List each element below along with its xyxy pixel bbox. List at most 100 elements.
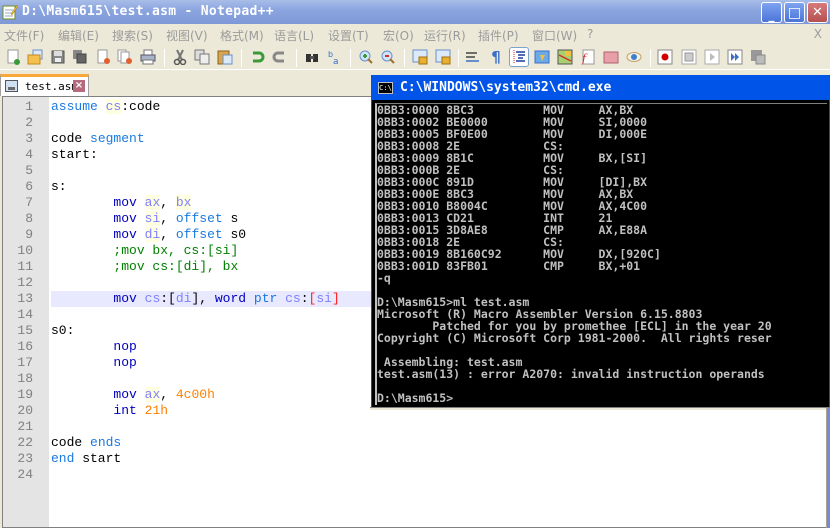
toolbar: ba ¶ f	[0, 44, 830, 70]
menu-view[interactable]: 视图(V)	[166, 27, 208, 44]
menu-edit[interactable]: 编辑(E)	[58, 27, 99, 44]
paste-button[interactable]	[215, 47, 235, 67]
cut-button[interactable]	[170, 47, 190, 67]
close-button-tb[interactable]	[93, 47, 113, 67]
maximize-icon: □	[787, 4, 802, 21]
menu-run[interactable]: 运行(R)	[424, 27, 466, 44]
console-line: -q	[377, 271, 391, 285]
macro-play-button[interactable]	[702, 47, 722, 67]
copy-button[interactable]	[192, 47, 212, 67]
indent-guide-button[interactable]	[509, 47, 529, 67]
code-line[interactable]: nop	[51, 339, 136, 355]
code-token: mov	[113, 227, 137, 242]
tab-test-asm[interactable]: test.asm ×	[0, 74, 89, 96]
maximize-button[interactable]: □	[784, 2, 805, 23]
new-file-icon	[7, 49, 20, 65]
close-icon: ✕	[812, 5, 823, 20]
code-line[interactable]: nop	[51, 355, 136, 371]
code-token: int	[113, 403, 137, 418]
cmd-app-icon: C:\	[378, 82, 393, 94]
code-token: ax	[144, 387, 161, 402]
zoom-in-button[interactable]	[356, 47, 376, 67]
menu-settings[interactable]: 设置(T)	[328, 27, 369, 44]
paste-icon	[217, 50, 233, 65]
line-number: 5	[25, 163, 33, 178]
scissors-icon	[173, 49, 187, 65]
new-file-button[interactable]	[3, 47, 23, 67]
code-line[interactable]: int 21h	[51, 403, 168, 419]
minimize-button[interactable]: _	[761, 2, 782, 23]
user-defined-language-button[interactable]	[532, 47, 552, 67]
code-line[interactable]: s0:	[51, 323, 74, 339]
code-line[interactable]: assume cs:code	[51, 99, 160, 115]
code-line[interactable]: end start	[51, 451, 121, 467]
zoom-out-button[interactable]	[378, 47, 398, 67]
macro-save-button[interactable]	[748, 47, 768, 67]
undo-button[interactable]	[247, 47, 267, 67]
code-token: ,	[160, 227, 176, 242]
code-line[interactable]: ;mov cs:[di], bx	[51, 259, 238, 275]
word-wrap-button[interactable]	[463, 47, 483, 67]
function-list-button[interactable]: f	[578, 47, 598, 67]
code-token: segment	[90, 131, 145, 146]
sync-horizontal-button[interactable]	[433, 47, 453, 67]
monitoring-button[interactable]	[624, 47, 644, 67]
save-button[interactable]	[48, 47, 68, 67]
show-all-chars-button[interactable]: ¶	[486, 47, 506, 67]
code-line[interactable]: mov ax, 4c00h	[51, 387, 215, 403]
cmd-console-output[interactable]: 0BB3:0000 8BC3 MOV AX,BX 0BB3:0002 BE0000…	[375, 103, 827, 405]
code-token: ends	[90, 435, 122, 450]
code-token: ;mov cs:[di], bx	[113, 259, 239, 274]
code-line[interactable]: ;mov bx, cs:[si]	[51, 243, 238, 259]
menu-search[interactable]: 搜索(S)	[112, 27, 153, 44]
menu-file[interactable]: 文件(F)	[4, 27, 44, 44]
find-button[interactable]	[302, 47, 322, 67]
code-line[interactable]: mov ax, bx	[51, 195, 192, 211]
close-all-button[interactable]	[115, 47, 135, 67]
printer-icon	[140, 49, 156, 65]
line-number: 20	[17, 403, 33, 418]
code-line[interactable]: s:	[51, 179, 67, 195]
line-number: 19	[17, 387, 33, 402]
code-token: s:	[51, 179, 67, 194]
code-line[interactable]: code ends	[51, 435, 121, 451]
tab-close-icon[interactable]: ×	[73, 80, 85, 92]
cmd-window[interactable]: C:\ C:\WINDOWS\system32\cmd.exe 0BB3:000…	[371, 75, 830, 408]
replace-button[interactable]: ba	[325, 47, 345, 67]
close-button[interactable]: ✕	[807, 2, 828, 23]
title-bar[interactable]: D:\Masm615\test.asm - Notepad++ _ □ ✕	[0, 0, 830, 24]
cmd-title-bar[interactable]: C:\ C:\WINDOWS\system32\cmd.exe	[372, 76, 829, 100]
sync-vertical-button[interactable]	[410, 47, 430, 67]
code-token: offset	[175, 211, 223, 226]
macro-record-button[interactable]	[655, 47, 675, 67]
menu-language[interactable]: 语言(L)	[274, 27, 314, 44]
code-line[interactable]: code segment	[51, 131, 145, 147]
close-document-button[interactable]: X	[814, 27, 822, 41]
print-button[interactable]	[138, 47, 158, 67]
console-line: 0BB3:001D 83FB01 CMP BX,+01	[377, 259, 641, 273]
code-token: mov	[113, 291, 137, 306]
code-line[interactable]: mov si, offset s	[51, 211, 238, 227]
code-line[interactable]: start:	[51, 147, 98, 163]
menu-help[interactable]: ?	[587, 27, 593, 41]
open-file-button[interactable]	[25, 47, 45, 67]
document-map-button[interactable]	[555, 47, 575, 67]
menu-macro[interactable]: 宏(O)	[383, 27, 414, 44]
menu-plugins[interactable]: 插件(P)	[478, 27, 519, 44]
menu-format[interactable]: 格式(M)	[220, 27, 264, 44]
code-line[interactable]: mov cs:[di], word ptr cs:[si]	[51, 291, 339, 307]
code-line[interactable]: mov di, offset s0	[51, 227, 246, 243]
folder-as-workspace-button[interactable]	[601, 47, 621, 67]
redo-button[interactable]	[270, 47, 290, 67]
menu-window[interactable]: 窗口(W)	[532, 27, 577, 44]
save-all-button[interactable]	[70, 47, 90, 67]
line-number: 22	[17, 435, 33, 450]
macro-run-multiple-button[interactable]	[725, 47, 745, 67]
macro-stop-button[interactable]	[679, 47, 699, 67]
menu-bar: 文件(F) 编辑(E) 搜索(S) 视图(V) 格式(M) 语言(L) 设置(T…	[0, 24, 830, 44]
